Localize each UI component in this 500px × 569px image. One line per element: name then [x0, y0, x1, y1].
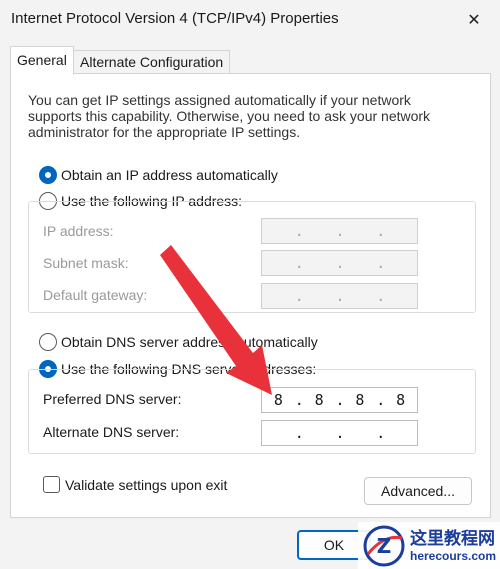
preferred-dns-label: Preferred DNS server:	[43, 391, 182, 407]
default-gateway-input[interactable]: . . .	[261, 283, 418, 309]
preferred-dns-input[interactable]: 8. 8. 8. 8	[261, 387, 418, 413]
ip-dot: .	[376, 222, 386, 240]
ip-dot: .	[294, 424, 304, 442]
alternate-dns-label: Alternate DNS server:	[43, 424, 180, 440]
ip-dot: .	[294, 391, 304, 409]
tab-general-label: General	[17, 52, 67, 68]
ip-address-input[interactable]: . . .	[261, 218, 418, 244]
subnet-mask-input[interactable]: . . .	[261, 250, 418, 276]
ip-seg: 8	[273, 391, 283, 409]
ip-dot: .	[294, 222, 304, 240]
ip-dot: .	[376, 254, 386, 272]
obtain-ip-auto-radio[interactable]	[39, 166, 57, 184]
default-gateway-label: Default gateway:	[43, 287, 148, 303]
watermark-logo-letter: Z	[377, 534, 392, 558]
obtain-dns-auto-label: Obtain DNS server address automatically	[61, 334, 318, 350]
ip-dot: .	[294, 254, 304, 272]
ip-dot: .	[335, 424, 345, 442]
general-panel: You can get IP settings assigned automat…	[10, 73, 491, 518]
ip-address-label: IP address:	[43, 223, 114, 239]
validate-settings-checkbox[interactable]	[43, 476, 60, 493]
ip-dot: .	[376, 287, 386, 305]
tab-alternate-configuration[interactable]: Alternate Configuration	[73, 50, 231, 74]
watermark-url: herecours.com	[410, 548, 497, 563]
obtain-dns-auto-radio[interactable]	[39, 333, 57, 351]
info-text: You can get IP settings assigned automat…	[28, 92, 431, 140]
watermark-logo-icon: Z	[363, 525, 405, 566]
ip-dot: .	[335, 287, 345, 305]
close-icon: ✕	[467, 12, 481, 29]
obtain-ip-auto-option[interactable]: Obtain an IP address automatically	[39, 166, 278, 184]
ip-dot: .	[294, 287, 304, 305]
close-button[interactable]: ✕	[462, 8, 486, 32]
tab-general[interactable]: General	[10, 46, 74, 75]
alternate-dns-input[interactable]: . . .	[261, 420, 418, 446]
ip-seg: 8	[314, 391, 324, 409]
validate-settings-label: Validate settings upon exit	[65, 476, 228, 493]
obtain-ip-auto-label: Obtain an IP address automatically	[61, 167, 278, 183]
title-bar: Internet Protocol Version 4 (TCP/IPv4) P…	[0, 0, 500, 40]
window-title: Internet Protocol Version 4 (TCP/IPv4) P…	[11, 10, 339, 27]
ip-dot: .	[376, 391, 386, 409]
ip-seg: 8	[355, 391, 365, 409]
watermark: Z 这里教程网 herecours.com	[358, 522, 500, 569]
subnet-mask-label: Subnet mask:	[43, 255, 129, 271]
obtain-dns-auto-option[interactable]: Obtain DNS server address automatically	[39, 333, 318, 351]
ip-dot: .	[335, 254, 345, 272]
advanced-button[interactable]: Advanced...	[364, 477, 472, 505]
validate-settings-option[interactable]: Validate settings upon exit	[43, 476, 227, 493]
tab-alternate-label: Alternate Configuration	[80, 54, 224, 70]
ip-seg: 8	[396, 391, 406, 409]
ip-dot: .	[335, 222, 345, 240]
ip-dot: .	[376, 424, 386, 442]
watermark-name: 这里教程网	[410, 528, 495, 549]
ip-dot: .	[335, 391, 345, 409]
watermark-text: 这里教程网 herecours.com	[410, 529, 496, 563]
